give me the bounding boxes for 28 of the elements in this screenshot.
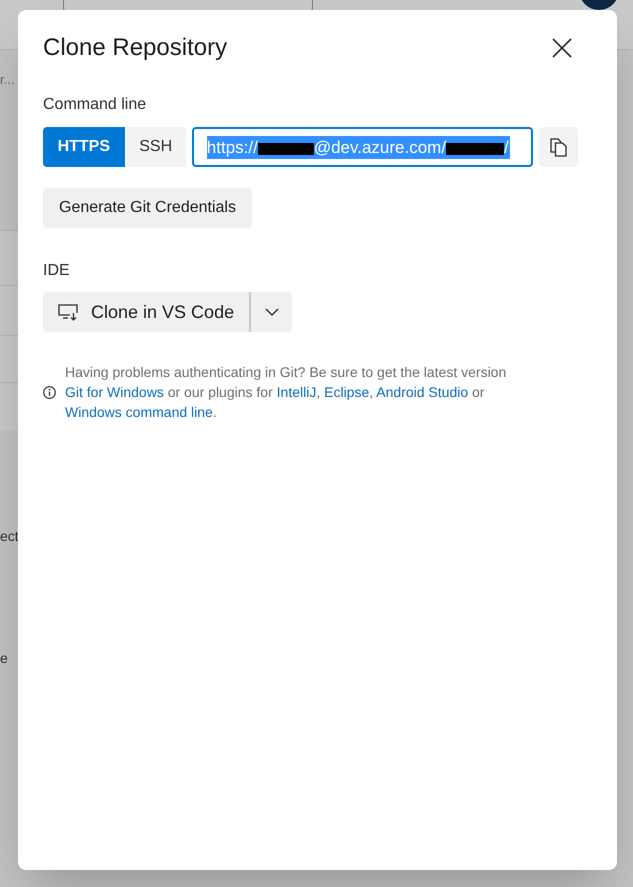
help-link[interactable]: Android Studio: [376, 384, 468, 400]
generate-credentials-button[interactable]: Generate Git Credentials: [43, 188, 252, 228]
clone-url-field[interactable]: https:// @dev.azure.com/ /: [192, 127, 534, 167]
close-icon: [552, 38, 572, 58]
protocol-tab[interactable]: HTTPS: [43, 127, 125, 167]
redaction-bar: [258, 143, 314, 155]
background-text: e: [0, 649, 8, 668]
chevron-down-icon: [264, 308, 279, 316]
protocol-tab[interactable]: SSH: [126, 127, 186, 167]
help-link[interactable]: IntelliJ: [276, 384, 316, 400]
url-text: https://: [206, 136, 258, 158]
help-text: Having problems authenticating in Git? Be sure to get the latest version Git for Windows or our plugins for IntelliJ, Eclipse, Android Studio or Windows command line.: [65, 363, 508, 422]
clone-in-vs-code-button[interactable]: Clone in VS Code: [43, 292, 250, 332]
background-text: r...: [0, 71, 14, 89]
url-text: @dev.azure.com/: [314, 136, 446, 158]
section-label: IDE: [43, 261, 70, 281]
background-text: ect: [0, 527, 19, 546]
url-text: /: [504, 136, 509, 158]
info-icon: [43, 386, 56, 398]
monitor-download-icon: [58, 304, 78, 320]
help-link[interactable]: Windows command line: [65, 404, 213, 420]
section-label: Command line: [43, 95, 146, 115]
copy-icon: [550, 138, 568, 156]
copy-button[interactable]: [539, 127, 578, 167]
help-link[interactable]: Eclipse: [324, 384, 370, 400]
redaction-bar: [446, 143, 504, 155]
dialog-title: Clone Repository: [43, 33, 228, 63]
help-link[interactable]: Git for Windows: [65, 384, 164, 400]
